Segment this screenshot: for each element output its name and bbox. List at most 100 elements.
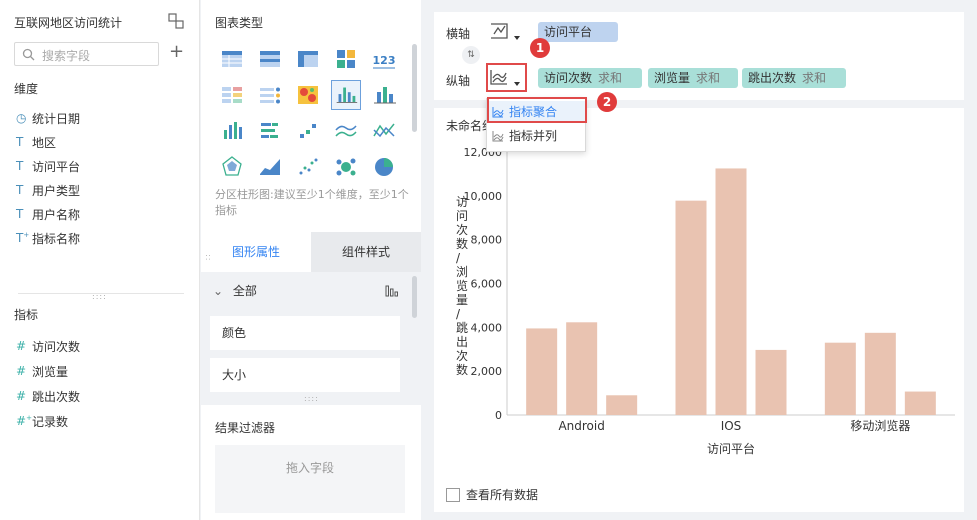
bubble-chart-icon[interactable] (331, 152, 361, 182)
group-table-icon[interactable] (255, 44, 285, 74)
dimension-item[interactable]: T 用户类型 (16, 180, 80, 200)
dimensions-heading: 维度 (14, 82, 39, 96)
bar (606, 395, 638, 415)
scatter-chart-icon[interactable] (293, 116, 323, 146)
color-property[interactable]: 颜色 (210, 316, 400, 350)
dimension-item[interactable]: ◷ 统计日期 (16, 108, 80, 128)
y-axis-title: 访问次数/浏览量/跳出次数 (456, 195, 468, 377)
card-chart-icon[interactable] (331, 44, 361, 74)
all-group-toggle[interactable]: ⌄ 全部 (213, 282, 257, 299)
search-input[interactable]: 搜索字段 (14, 42, 159, 66)
chart-type-hint: 分区柱形图:建议至少1个维度，至少1个指标 (215, 188, 409, 217)
radar-chart-icon[interactable] (217, 152, 247, 182)
result-filter-title: 结果过滤器 (215, 421, 276, 435)
bar (526, 328, 558, 415)
measures-heading: 指标 (14, 308, 39, 322)
measure-item[interactable]: # 访问次数 (16, 336, 80, 356)
y-tick-label: 2,000 (471, 365, 503, 378)
config-panel: 图表类型 123 分区柱形图:建议至少1个维度，至少1个指标 图形属性 组件样式… (201, 0, 421, 520)
clock-icon: ◷ (16, 111, 27, 125)
dimension-item[interactable]: T+ 指标名称 (16, 228, 80, 248)
text-icon: T (16, 183, 24, 197)
bar (675, 200, 707, 415)
svg-text:123: 123 (373, 54, 396, 67)
cross-table-icon[interactable] (293, 44, 323, 74)
measure-item[interactable]: #+ 记录数 (16, 411, 68, 431)
bar-chart: 02,0004,0006,0008,00010,00012,000Android… (456, 146, 955, 456)
checkbox[interactable] (446, 487, 460, 502)
menu-item-metric-parallel[interactable]: 指标并列 (487, 125, 585, 147)
y-field-pill[interactable]: 跳出次数 求和 (742, 68, 846, 88)
x-tick-label: Android (558, 419, 604, 433)
number-icon: # (16, 364, 27, 378)
parallel-line-icon (492, 131, 504, 142)
horizontal-bar-chart-icon[interactable] (255, 116, 285, 146)
bar (864, 332, 896, 415)
dataset-title: 互联网地区访问统计 (14, 16, 123, 30)
property-scrollbar[interactable] (412, 276, 417, 318)
heatmap-chart-icon[interactable] (293, 80, 323, 110)
result-filter-section: 结果过滤器 拖入字段 (201, 405, 421, 520)
filter-drop-zone[interactable]: 拖入字段 (215, 445, 405, 513)
step-badge: 1 (530, 38, 550, 58)
size-property[interactable]: 大小 (210, 358, 400, 392)
number-calc-icon: #+ (16, 414, 32, 428)
resize-handle[interactable]: :::: (304, 394, 319, 403)
table-chart-icon[interactable] (217, 44, 247, 74)
partitioned-bar-chart-icon[interactable] (331, 80, 361, 110)
bar (715, 168, 747, 415)
x-field-pill[interactable]: 访问平台 (538, 22, 618, 42)
y-tick-label: 4,000 (471, 321, 503, 334)
search-placeholder: 搜索字段 (42, 49, 91, 63)
tab-graphic-properties[interactable]: 图形属性 (201, 232, 311, 272)
search-icon (22, 48, 35, 61)
y-tick-label: 8,000 (471, 234, 503, 247)
property-tabs: 图形属性 组件样式 (201, 232, 421, 272)
add-field-button[interactable]: + (169, 43, 184, 61)
measure-item[interactable]: # 跳出次数 (16, 386, 80, 406)
text-icon: T (16, 207, 24, 221)
y-field-pill[interactable]: 访问次数 求和 (538, 68, 642, 88)
axis-mode-icon[interactable] (488, 20, 510, 42)
kpi-number-icon[interactable]: 123 (369, 44, 399, 74)
stacked-bar-chart-icon[interactable] (369, 80, 399, 110)
highlight-box (486, 63, 527, 92)
field-panel: 互联网地区访问统计 搜索字段 + 维度 ◷ 统计日期 T 地区 T 访问平台 T… (0, 0, 200, 520)
dimension-item[interactable]: T 用户名称 (16, 204, 80, 224)
caret-down-icon[interactable] (514, 36, 520, 40)
chevron-down-icon: ⌄ (213, 284, 224, 298)
highlight-box (487, 97, 587, 123)
dimension-item[interactable]: T 地区 (16, 132, 56, 152)
chart-type-section: 图表类型 123 分区柱形图:建议至少1个维度，至少1个指标 (201, 0, 421, 232)
polyline-chart-icon[interactable] (369, 116, 399, 146)
number-icon: # (16, 389, 27, 403)
text-icon: T (16, 159, 24, 173)
swap-axes-icon[interactable]: ⇅ (462, 46, 480, 64)
x-axis-label: 横轴 (446, 27, 471, 41)
column-chart-icon[interactable] (217, 116, 247, 146)
color-table-icon[interactable] (217, 80, 247, 110)
show-all-data-toggle[interactable]: 查看所有数据 (446, 486, 538, 503)
switch-dataset-icon[interactable] (168, 13, 184, 29)
chart-card: 未命名组 0 2,000 4,000 6,000 8,000 10,000 12,000 An… (434, 108, 964, 512)
progress-table-icon[interactable] (255, 80, 285, 110)
y-tick-label: 6,000 (471, 278, 503, 291)
text-icon: T (16, 135, 24, 149)
collapse-handle[interactable]: :: (204, 254, 213, 261)
text-calc-icon: T+ (16, 231, 30, 245)
pie-chart-icon[interactable] (369, 152, 399, 182)
number-icon: # (16, 339, 27, 353)
area-chart-icon[interactable] (255, 152, 285, 182)
dimension-item[interactable]: T 访问平台 (16, 156, 80, 176)
bar (904, 391, 936, 415)
measure-item[interactable]: # 浏览量 (16, 361, 68, 381)
bar (755, 349, 787, 415)
line-chart-icon[interactable] (331, 116, 361, 146)
tab-component-style[interactable]: 组件样式 (311, 232, 421, 272)
dot-chart-icon[interactable] (293, 152, 323, 182)
chart-type-scrollbar[interactable] (412, 44, 417, 132)
resize-handle[interactable]: :::: (92, 292, 107, 301)
bar-config-icon[interactable] (385, 283, 399, 297)
y-axis-label: 纵轴 (446, 74, 471, 88)
y-field-pill[interactable]: 浏览量 求和 (648, 68, 738, 88)
